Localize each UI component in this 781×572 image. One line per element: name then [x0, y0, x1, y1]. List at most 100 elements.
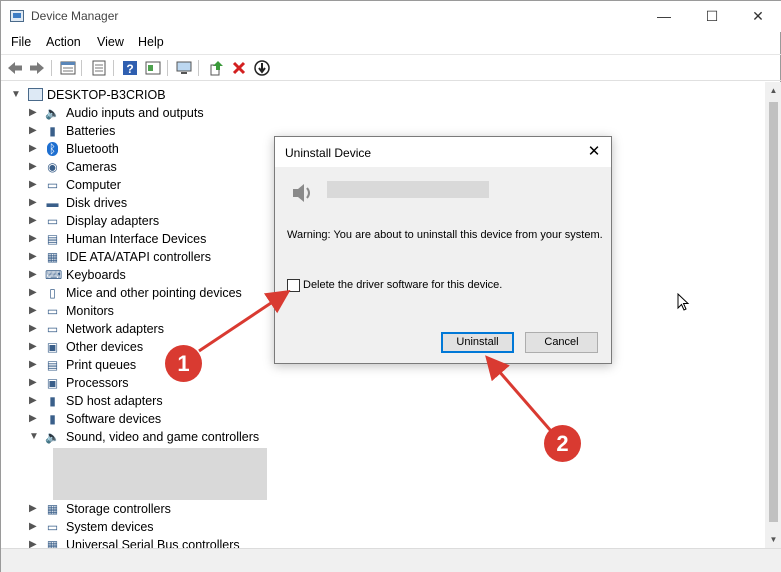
disk-drive-icon: ▬: [46, 196, 59, 210]
storage-controller-icon: ▦: [46, 502, 59, 516]
scrollbar-thumb[interactable]: [769, 102, 778, 522]
scan-hardware-icon[interactable]: [175, 59, 193, 77]
chevron-right-icon[interactable]: ▶: [29, 536, 39, 548]
computer-icon: ▭: [46, 178, 59, 192]
chevron-right-icon[interactable]: ▶: [29, 194, 39, 212]
tree-item-label: Cameras: [66, 160, 117, 174]
tree-root[interactable]: ▼ DESKTOP-B3CRIOB: [1, 86, 701, 104]
tree-item[interactable]: ▶ ▦ Storage controllers: [1, 500, 701, 518]
chevron-right-icon[interactable]: ▶: [29, 374, 39, 392]
tree-root-label: DESKTOP-B3CRIOB: [47, 88, 166, 102]
chevron-right-icon[interactable]: ▶: [29, 158, 39, 176]
tree-item-label: Monitors: [66, 304, 114, 318]
system-devices-icon: ▭: [46, 520, 59, 534]
svg-text:?: ?: [126, 62, 133, 76]
minimize-button[interactable]: —: [641, 1, 687, 32]
camera-icon: ◉: [47, 160, 58, 174]
back-icon[interactable]: [6, 59, 24, 77]
close-window-button[interactable]: ✕: [735, 1, 781, 32]
chevron-right-icon[interactable]: ▶: [29, 338, 39, 356]
update-driver-icon[interactable]: [207, 59, 225, 77]
scroll-up-icon[interactable]: ▲: [765, 82, 781, 99]
chevron-right-icon[interactable]: ▶: [29, 392, 39, 410]
action-view-icon[interactable]: [144, 59, 162, 77]
tree-item-label: Human Interface Devices: [66, 232, 207, 246]
tree-item[interactable]: ▶ ▮ SD host adapters: [1, 392, 701, 410]
cancel-button[interactable]: Cancel: [525, 332, 598, 353]
device-manager-window: Device Manager — ☐ ✕ File Action View He…: [0, 0, 781, 572]
mouse-cursor-icon: [677, 293, 690, 311]
hid-icon: ▤: [46, 232, 59, 246]
chevron-right-icon[interactable]: ▶: [29, 320, 39, 338]
menu-help[interactable]: Help: [138, 35, 164, 49]
properties-icon[interactable]: [90, 59, 108, 77]
chevron-right-icon[interactable]: ▶: [29, 500, 39, 518]
chevron-right-icon[interactable]: ▶: [29, 284, 39, 302]
network-adapter-icon: ▭: [46, 322, 59, 336]
scroll-down-icon[interactable]: ▼: [765, 531, 781, 548]
help-icon[interactable]: ?: [121, 59, 139, 77]
tree-item-label: Print queues: [66, 358, 137, 372]
tree-item[interactable]: ▶ ▣ Processors: [1, 374, 701, 392]
speaker-icon: 🔈: [45, 106, 60, 120]
tree-item-label: Computer: [66, 178, 121, 192]
chevron-right-icon[interactable]: ▶: [29, 140, 39, 158]
chevron-down-icon[interactable]: ▼: [11, 86, 21, 104]
chevron-right-icon[interactable]: ▶: [29, 248, 39, 266]
tree-item[interactable]: ▶ ▦ Universal Serial Bus controllers: [1, 536, 701, 548]
chevron-right-icon[interactable]: ▶: [29, 266, 39, 284]
maximize-button[interactable]: ☐: [689, 1, 735, 32]
tree-item-label: Software devices: [66, 412, 162, 426]
menu-bar: File Action View Help: [1, 32, 781, 54]
tree-item-label: Other devices: [66, 340, 144, 354]
dialog-close-icon[interactable]: ✕: [581, 141, 607, 163]
status-bar: [1, 548, 781, 572]
delete-driver-checkbox[interactable]: [287, 279, 300, 292]
window-title: Device Manager: [31, 9, 119, 23]
chevron-right-icon[interactable]: ▶: [29, 212, 39, 230]
chevron-right-icon[interactable]: ▶: [29, 410, 39, 428]
chevron-right-icon[interactable]: ▶: [29, 230, 39, 248]
tree-item[interactable]: ▶ ▮ Software devices: [1, 410, 701, 428]
properties-view-icon[interactable]: [59, 59, 77, 77]
other-devices-icon: ▣: [46, 340, 59, 354]
uninstall-button[interactable]: Uninstall: [441, 332, 514, 353]
chevron-right-icon[interactable]: ▶: [29, 356, 39, 374]
annotation-badge-1: 1: [165, 345, 202, 382]
uninstall-device-icon[interactable]: [230, 59, 248, 77]
device-manager-icon: [10, 10, 24, 22]
delete-driver-label[interactable]: Delete the driver software for this devi…: [303, 279, 502, 291]
tree-item[interactable]: ▶ ▭ System devices: [1, 518, 701, 536]
computer-icon: [28, 88, 43, 101]
tree-item-label: Processors: [66, 376, 129, 390]
redacted-device-entry: [53, 448, 267, 500]
tree-item-label: Mice and other pointing devices: [66, 286, 242, 300]
tree-item-label: Keyboards: [66, 268, 126, 282]
menu-view[interactable]: View: [97, 35, 124, 49]
tree-item[interactable]: ▶ 🔈 Audio inputs and outputs: [1, 104, 701, 122]
menu-action[interactable]: Action: [46, 35, 81, 49]
forward-icon[interactable]: [28, 59, 46, 77]
disable-device-icon[interactable]: [253, 59, 271, 77]
tree-item[interactable]: ▼ 🔈 Sound, video and game controllers: [1, 428, 701, 446]
dialog-title-bar: Uninstall Device ✕: [275, 137, 611, 167]
mouse-icon: ▯: [49, 286, 56, 300]
speaker-icon: [293, 184, 310, 202]
chevron-right-icon[interactable]: ▶: [29, 122, 39, 140]
annotation-badge-2: 2: [544, 425, 581, 462]
printer-icon: ▤: [46, 358, 59, 372]
title-bar: Device Manager — ☐ ✕: [1, 1, 781, 32]
chevron-right-icon[interactable]: ▶: [29, 104, 39, 122]
chevron-down-icon[interactable]: ▼: [29, 428, 39, 446]
chevron-right-icon[interactable]: ▶: [29, 518, 39, 536]
dialog-warning-text: Warning: You are about to uninstall this…: [287, 229, 603, 241]
tree-item-label: Batteries: [66, 124, 116, 138]
menu-file[interactable]: File: [11, 35, 31, 49]
dialog-title: Uninstall Device: [285, 146, 372, 160]
vertical-scrollbar[interactable]: ▲ ▼: [765, 82, 781, 548]
uninstall-device-dialog: Uninstall Device ✕ Warning: You are abou…: [274, 136, 612, 364]
tree-item-label: SD host adapters: [66, 394, 163, 408]
chevron-right-icon[interactable]: ▶: [29, 176, 39, 194]
usb-controller-icon: ▦: [46, 538, 59, 548]
chevron-right-icon[interactable]: ▶: [29, 302, 39, 320]
